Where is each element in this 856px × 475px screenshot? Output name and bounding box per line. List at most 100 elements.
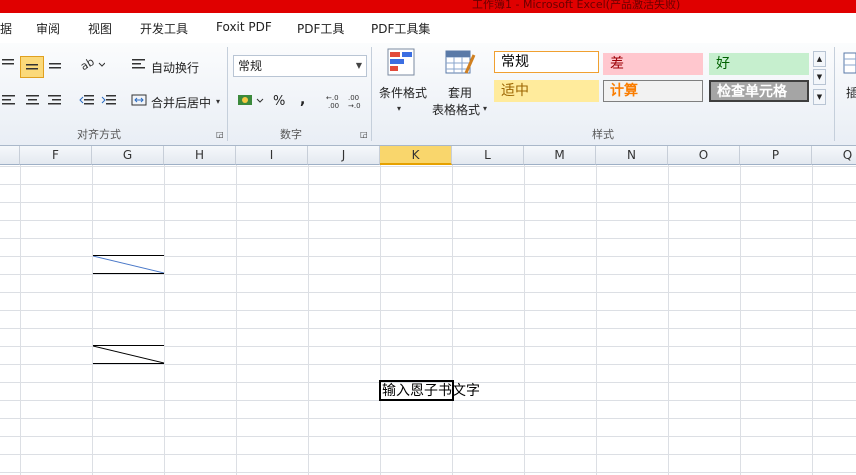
table-format-button[interactable]: 表格格式 xyxy=(432,101,480,118)
number-launcher-icon[interactable]: ◲ xyxy=(360,127,368,143)
align-middle-icon[interactable] xyxy=(20,56,44,78)
decrease-decimal-icon[interactable]: .00 →.0 xyxy=(348,93,368,114)
grid-row-line xyxy=(0,220,856,221)
wrap-text-button[interactable]: 自动换行 xyxy=(151,59,199,76)
grid-column-line xyxy=(668,165,669,475)
merge-center-icon[interactable] xyxy=(130,93,148,112)
diagonal-cell[interactable] xyxy=(92,345,165,364)
group-separator xyxy=(227,47,228,141)
conditional-format-button[interactable]: 条件格式 xyxy=(379,84,427,101)
insert-cells-icon[interactable] xyxy=(842,49,856,82)
gallery-more-icon[interactable]: ▼ xyxy=(813,89,826,105)
grid-row-line xyxy=(0,202,856,203)
align-center-icon[interactable] xyxy=(24,93,42,112)
grid-row-line xyxy=(0,418,856,419)
chevron-down-icon: ▼ xyxy=(355,61,362,70)
table-format-label[interactable]: 套用 xyxy=(448,84,472,101)
tab-pdf-toolset[interactable]: PDF工具集 xyxy=(371,20,430,37)
svg-text:→.0: →.0 xyxy=(348,102,361,109)
increase-decimal-icon[interactable]: ←.0.00 xyxy=(326,93,346,114)
column-header-f[interactable]: F xyxy=(20,146,92,165)
tab-view[interactable]: 视图 xyxy=(88,20,112,37)
column-header-p[interactable]: P xyxy=(740,146,812,165)
tab-developer[interactable]: 开发工具 xyxy=(140,20,188,37)
column-header-g[interactable]: G xyxy=(92,146,164,165)
table-format-icon[interactable] xyxy=(444,47,476,79)
style-check-cell[interactable]: 检查单元格 xyxy=(709,80,809,102)
grid-column-line xyxy=(740,165,741,475)
worksheet-grid[interactable] xyxy=(0,165,856,475)
column-header-o[interactable]: O xyxy=(668,146,740,165)
style-normal[interactable]: 常规 xyxy=(494,51,599,73)
align-top-icon[interactable] xyxy=(0,57,16,74)
increase-indent-icon[interactable] xyxy=(100,93,118,112)
ribbon-tab-bar: 据 审阅 视图 开发工具 Foxit PDF PDF工具 PDF工具集 xyxy=(0,13,856,44)
grid-row-line xyxy=(0,328,856,329)
column-header-h[interactable]: H xyxy=(164,146,236,165)
currency-icon[interactable] xyxy=(236,93,266,112)
align-bottom-icon[interactable] xyxy=(46,57,64,74)
svg-text:.00: .00 xyxy=(348,94,359,102)
tab-data[interactable]: 据 xyxy=(0,20,12,37)
svg-text:.00: .00 xyxy=(328,102,339,109)
chevron-down-icon: ▾ xyxy=(397,104,402,113)
style-bad-label: 差 xyxy=(610,56,624,72)
tab-foxit-pdf[interactable]: Foxit PDF xyxy=(216,20,272,34)
style-bad[interactable]: 差 xyxy=(603,53,703,75)
svg-text:ab: ab xyxy=(79,57,97,71)
grid-column-line xyxy=(20,165,21,475)
insert-button[interactable]: 插 xyxy=(846,84,856,101)
column-header-l[interactable]: L xyxy=(452,146,524,165)
tab-review[interactable]: 审阅 xyxy=(36,20,60,37)
title-bar: 工作簿1 - Microsoft Excel(产品激活失败) xyxy=(0,0,856,13)
ribbon: ab 自动换行 合并后居中 ▾ 对齐方式 ◲ 常规 ▼ % , ←.0.00 .… xyxy=(0,43,856,146)
alignment-group-label: 对齐方式 xyxy=(77,128,121,141)
grid-row-line xyxy=(0,292,856,293)
style-good-label: 好 xyxy=(716,56,730,72)
gallery-scroll-down-icon[interactable]: ▼ xyxy=(813,69,826,85)
column-header-j[interactable]: J xyxy=(308,146,380,165)
tab-pdf-tools[interactable]: PDF工具 xyxy=(297,20,344,37)
column-header-i[interactable]: I xyxy=(236,146,308,165)
conditional-format-icon[interactable] xyxy=(386,47,418,79)
grid-column-line xyxy=(812,165,813,475)
style-calculation[interactable]: 计算 xyxy=(603,80,703,102)
style-neutral[interactable]: 适中 xyxy=(494,80,599,102)
style-check-cell-label: 检查单元格 xyxy=(717,84,787,100)
style-good[interactable]: 好 xyxy=(709,53,809,75)
column-header-q[interactable]: Q xyxy=(812,146,856,165)
grid-row-line xyxy=(0,364,856,365)
wrap-text-icon[interactable] xyxy=(130,57,148,76)
grid-column-line xyxy=(380,165,381,475)
alignment-launcher-icon[interactable]: ◲ xyxy=(216,127,224,143)
grid-column-line xyxy=(524,165,525,475)
style-neutral-label: 适中 xyxy=(501,83,529,99)
grid-column-line xyxy=(308,165,309,475)
svg-text:←.0: ←.0 xyxy=(326,94,339,102)
column-header-n[interactable]: N xyxy=(596,146,668,165)
column-header-partial[interactable] xyxy=(0,146,20,165)
grid-row-line xyxy=(0,166,856,167)
grid-row-line xyxy=(0,238,856,239)
style-normal-label: 常规 xyxy=(501,54,529,70)
percent-button[interactable]: % xyxy=(273,94,285,109)
align-right-icon[interactable] xyxy=(46,93,64,112)
orientation-icon[interactable]: ab xyxy=(78,55,106,76)
active-cell-text: 输入恩子书文字 xyxy=(382,383,480,399)
group-separator xyxy=(371,47,372,141)
group-separator xyxy=(834,47,835,141)
grid-column-line xyxy=(596,165,597,475)
styles-group-label: 样式 xyxy=(592,128,614,141)
decrease-indent-icon[interactable] xyxy=(78,93,96,112)
merge-dropdown-icon[interactable]: ▾ xyxy=(214,94,222,110)
merge-center-button[interactable]: 合并后居中 xyxy=(151,94,211,111)
column-header-k[interactable]: K xyxy=(380,146,452,165)
comma-button[interactable]: , xyxy=(300,92,305,108)
gallery-scroll-up-icon[interactable]: ▲ xyxy=(813,51,826,67)
grid-column-line xyxy=(92,165,93,475)
align-left-icon[interactable] xyxy=(0,93,18,112)
diagonal-cell[interactable] xyxy=(92,255,165,274)
grid-row-line xyxy=(0,454,856,455)
column-header-m[interactable]: M xyxy=(524,146,596,165)
number-format-select[interactable]: 常规 ▼ xyxy=(233,55,367,77)
